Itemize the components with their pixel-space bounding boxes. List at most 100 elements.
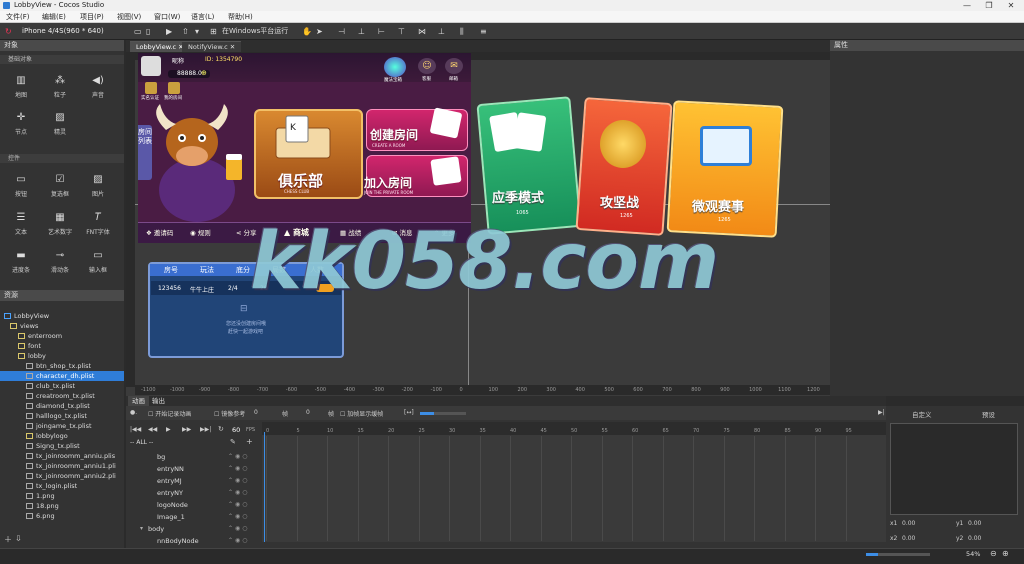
menu-project[interactable]: 项目(P): [80, 11, 104, 23]
widget-button[interactable]: ▭ 按钮: [3, 172, 39, 202]
widget-slider[interactable]: ⊸ 滑动条: [42, 248, 78, 278]
close-button[interactable]: ✕: [1000, 0, 1022, 11]
fps-input[interactable]: 60: [232, 426, 240, 434]
timeline-zoom-slider[interactable]: [420, 412, 466, 415]
node-entrymj[interactable]: entryMJ: [157, 477, 182, 485]
next-frame-icon[interactable]: ▶▶: [182, 426, 191, 433]
controls-section[interactable]: 控件: [0, 154, 124, 163]
x2-value[interactable]: 0.00: [902, 535, 915, 542]
basic-objects-section[interactable]: 基础对象: [0, 55, 124, 64]
widget-art-number[interactable]: ▦ 艺术数字: [42, 210, 78, 240]
magic-chest-icon[interactable]: [384, 57, 406, 77]
record-checkbox[interactable]: ☐ 开始记录动画: [148, 409, 191, 418]
tab-animation[interactable]: 动画: [128, 396, 149, 406]
tree-item[interactable]: tx_joinroomm_anniu.plis: [0, 451, 124, 461]
play-preview-icon[interactable]: ▶|: [878, 409, 885, 416]
menu-view[interactable]: 视图(V): [117, 11, 141, 23]
widget-image[interactable]: ▨ 图片: [80, 172, 116, 202]
x1-value[interactable]: 0.00: [902, 520, 915, 527]
menu-language[interactable]: 语言(L): [191, 11, 214, 23]
device-select[interactable]: iPhone 4/4S(960 * 640): [22, 26, 126, 37]
widget-fnt-font[interactable]: 𝑇 FNT字体: [80, 210, 116, 240]
tree-item[interactable]: tx_login.plist: [0, 481, 124, 491]
align-bottom-icon[interactable]: ⊥: [438, 26, 445, 37]
widget-progress[interactable]: ▬ 进度条: [3, 248, 39, 278]
node-nnbodynode[interactable]: nnBodyNode: [157, 537, 199, 545]
interp-checkbox[interactable]: ☐ 加帧显示缓帧: [340, 409, 383, 418]
run-platform-select[interactable]: 在Windows平台运行: [222, 26, 294, 37]
visibility-icons[interactable]: ⌃◉○: [228, 513, 250, 520]
visibility-icons[interactable]: ⌃◉○: [228, 537, 250, 544]
widget-sound[interactable]: ◀) 声音: [80, 73, 116, 103]
add-resource-icon[interactable]: ＋: [4, 534, 12, 545]
rules-button[interactable]: ◉ 规则: [190, 227, 211, 237]
publish-icon[interactable]: ⇧: [182, 26, 189, 37]
distribute-v-icon[interactable]: ≡: [480, 26, 487, 37]
edit-icon[interactable]: ✎: [230, 438, 236, 446]
support-icon[interactable]: ☺: [418, 58, 436, 74]
node-filter-select[interactable]: -- ALL --: [130, 439, 153, 446]
add-node-icon[interactable]: +: [246, 437, 253, 446]
room-list-button[interactable]: 房间列表: [138, 125, 152, 180]
tree-item[interactable]: joingame_tx.plist: [0, 421, 124, 431]
loop-icon[interactable]: ↻: [218, 425, 224, 433]
curve-grid[interactable]: [890, 423, 1018, 515]
refresh-icon[interactable]: ↻: [5, 26, 12, 37]
minimize-button[interactable]: —: [956, 0, 978, 11]
play-icon[interactable]: ▶: [166, 426, 171, 433]
verify-icon[interactable]: [145, 82, 157, 94]
visibility-icons[interactable]: ⌃◉○: [228, 489, 250, 496]
zoom-slider[interactable]: [866, 553, 930, 556]
tree-item[interactable]: btn_shop_tx.plist: [0, 361, 124, 371]
expand-icon[interactable]: ▾: [140, 525, 143, 532]
y2-value[interactable]: 0.00: [968, 535, 981, 542]
import-resource-icon[interactable]: ⇩: [15, 534, 22, 543]
tree-item[interactable]: 6.png: [0, 511, 124, 521]
tree-item[interactable]: halllogo_tx.plist: [0, 411, 124, 421]
frame-start-value[interactable]: 0: [254, 409, 258, 416]
maximize-button[interactable]: ❐: [978, 0, 1000, 11]
menu-window[interactable]: 窗口(W): [154, 11, 180, 23]
menu-file[interactable]: 文件(F): [6, 11, 30, 23]
tab-output[interactable]: 输出: [148, 396, 169, 406]
visibility-icons[interactable]: ⌃◉○: [228, 453, 250, 460]
mail-icon[interactable]: ✉: [445, 58, 463, 74]
tab-preset-curve[interactable]: 预设: [982, 409, 995, 419]
tree-item[interactable]: lobbylogo: [0, 431, 124, 441]
invite-code-button[interactable]: ❖ 邀请码: [146, 227, 173, 237]
playhead[interactable]: [264, 432, 265, 542]
play-icon[interactable]: ▶: [166, 26, 172, 37]
tree-item[interactable]: views: [0, 321, 124, 331]
node-logonode[interactable]: logoNode: [157, 501, 188, 509]
tree-item[interactable]: 18.png: [0, 501, 124, 511]
tree-item[interactable]: club_tx.plist: [0, 381, 124, 391]
tree-item[interactable]: tx_joinroomm_anniu2.pli: [0, 471, 124, 481]
widget-text[interactable]: ☰ 文本: [3, 210, 39, 240]
portrait-icon[interactable]: ▯: [146, 26, 150, 37]
tab-custom-curve[interactable]: 自定义: [912, 409, 932, 419]
frame-bracket-icon[interactable]: [↔]: [404, 409, 414, 416]
onion-checkbox[interactable]: ☐ 镜像参考: [214, 409, 245, 418]
prev-frame-icon[interactable]: ◀◀: [148, 426, 157, 433]
distribute-h-icon[interactable]: ⫼: [460, 26, 464, 37]
tree-item[interactable]: font: [0, 341, 124, 351]
node-entrynn[interactable]: entryNN: [157, 465, 184, 473]
avatar[interactable]: [141, 56, 161, 76]
close-icon[interactable]: ✕: [230, 43, 235, 51]
node-body[interactable]: body: [148, 525, 164, 533]
menu-help[interactable]: 帮助(H): [228, 11, 253, 23]
menu-edit[interactable]: 编辑(E): [42, 11, 66, 23]
hand-icon[interactable]: ✋: [302, 26, 312, 37]
landscape-icon[interactable]: ▭: [134, 26, 142, 37]
visibility-icons[interactable]: ⌃◉○: [228, 525, 250, 532]
visibility-icons[interactable]: ⌃◉○: [228, 501, 250, 508]
tree-item[interactable]: enterroom: [0, 331, 124, 341]
tree-item[interactable]: diamond_tx.plist: [0, 401, 124, 411]
timeline-tracks[interactable]: [262, 435, 886, 542]
zoom-in-icon[interactable]: ⊕: [1002, 549, 1009, 558]
node-entryny[interactable]: entryNY: [157, 489, 183, 497]
my-room-icon[interactable]: [168, 82, 180, 94]
pointer-icon[interactable]: ➤: [316, 26, 323, 37]
first-frame-icon[interactable]: |◀◀: [130, 426, 141, 433]
align-top-icon[interactable]: ⊤: [398, 26, 405, 37]
